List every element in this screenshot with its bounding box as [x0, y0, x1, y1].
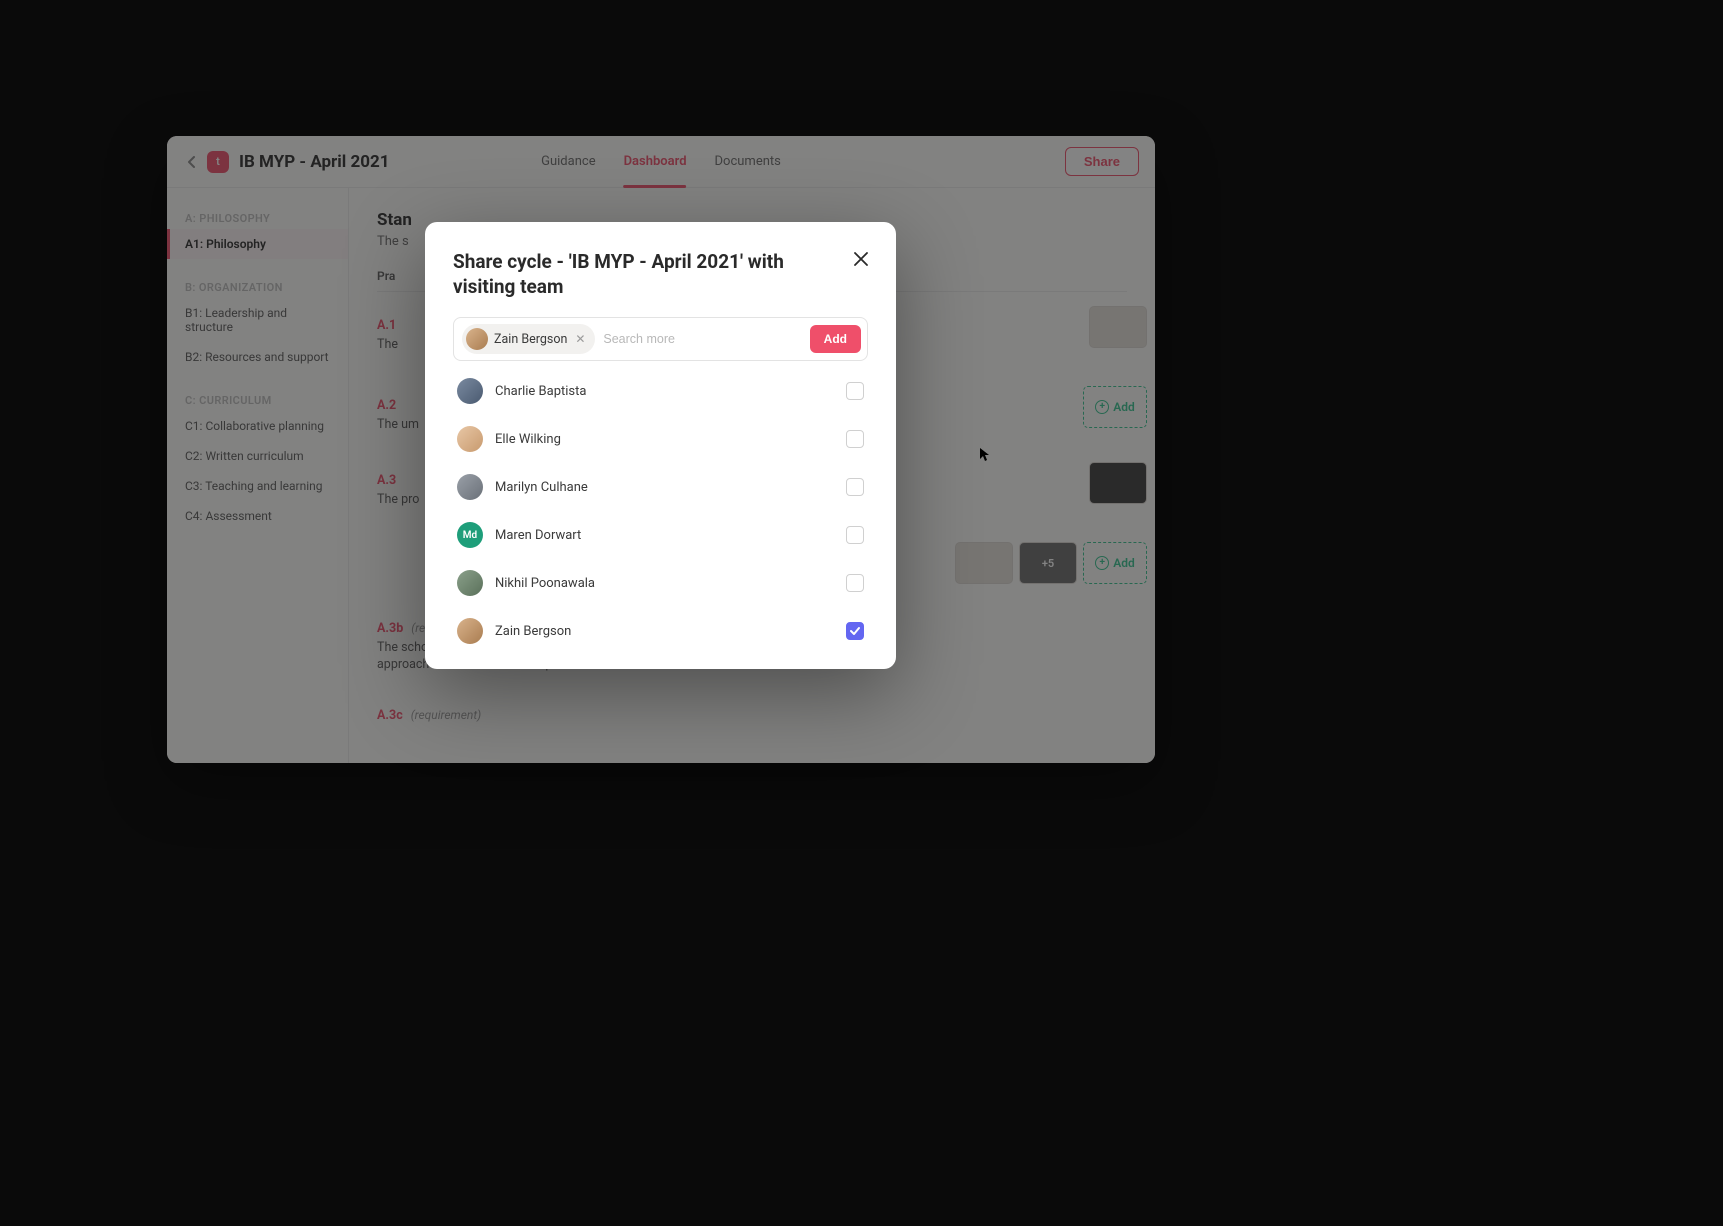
- people-list: Charlie Baptista Elle Wilking Marilyn Cu…: [453, 367, 868, 655]
- person-checkbox[interactable]: [846, 622, 864, 640]
- person-name: Charlie Baptista: [495, 384, 586, 399]
- add-button[interactable]: Add: [810, 325, 861, 353]
- person-name: Elle Wilking: [495, 432, 561, 447]
- chip-name: Zain Bergson: [494, 332, 567, 347]
- avatar: Md: [457, 522, 483, 548]
- cursor-pointer-icon: [979, 447, 991, 463]
- share-search-row: Zain Bergson ✕ Add: [453, 317, 868, 361]
- avatar: [466, 328, 488, 350]
- person-row[interactable]: Marilyn Culhane: [453, 463, 868, 511]
- chip-remove-icon[interactable]: ✕: [573, 332, 587, 346]
- avatar: [457, 618, 483, 644]
- close-icon[interactable]: [848, 246, 874, 272]
- avatar: [457, 474, 483, 500]
- person-checkbox[interactable]: [846, 478, 864, 496]
- person-row[interactable]: Charlie Baptista: [453, 367, 868, 415]
- selected-chip: Zain Bergson ✕: [462, 324, 595, 354]
- person-row[interactable]: Md Maren Dorwart: [453, 511, 868, 559]
- modal-title: Share cycle - 'IB MYP - April 2021' with…: [453, 250, 793, 299]
- person-name: Nikhil Poonawala: [495, 576, 595, 591]
- avatar: [457, 378, 483, 404]
- person-name: Zain Bergson: [495, 624, 571, 639]
- person-checkbox[interactable]: [846, 526, 864, 544]
- avatar: [457, 570, 483, 596]
- person-name: Maren Dorwart: [495, 528, 581, 543]
- share-modal: Share cycle - 'IB MYP - April 2021' with…: [425, 222, 896, 669]
- avatar: [457, 426, 483, 452]
- search-input[interactable]: [603, 332, 801, 346]
- person-row[interactable]: Elle Wilking: [453, 415, 868, 463]
- person-row[interactable]: Zain Bergson: [453, 607, 868, 655]
- person-row[interactable]: Nikhil Poonawala: [453, 559, 868, 607]
- person-checkbox[interactable]: [846, 382, 864, 400]
- person-checkbox[interactable]: [846, 430, 864, 448]
- person-name: Marilyn Culhane: [495, 480, 588, 495]
- person-checkbox[interactable]: [846, 574, 864, 592]
